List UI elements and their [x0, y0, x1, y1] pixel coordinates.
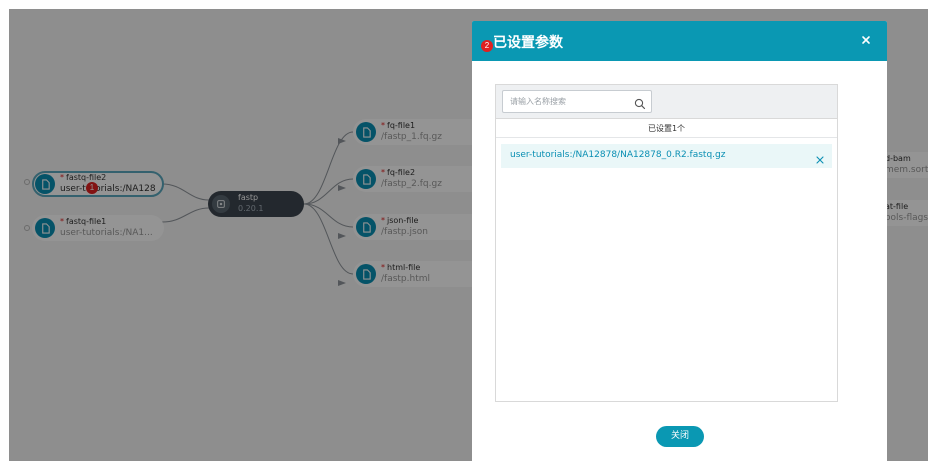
close-icon[interactable] [859, 32, 873, 46]
dialog-header: 2 已设置参数 [472, 21, 887, 61]
search-box [502, 90, 652, 113]
selected-count: 已设置1个 [496, 120, 837, 138]
workspace: * fastq-file2 user-tutorials:/NA128 1 * fa… [0, 0, 930, 470]
panel-toolbar [496, 85, 837, 119]
search-icon[interactable] [634, 95, 646, 110]
remove-icon[interactable] [815, 150, 825, 164]
list-item[interactable]: user-tutorials:/NA12878/NA12878_0.R2.fas… [501, 144, 832, 168]
settings-dialog: 2 已设置参数 已设置1个 user-tutorials:/NA12878/NA… [472, 21, 887, 468]
close-button[interactable]: 关闭 [656, 426, 704, 447]
marker-badge: 2 [481, 40, 493, 52]
dialog-title: 已设置参数 [493, 35, 563, 51]
parameter-panel: 已设置1个 user-tutorials:/NA12878/NA12878_0.… [495, 84, 838, 402]
search-input[interactable] [503, 91, 629, 112]
list-item-path: user-tutorials:/NA12878/NA12878_0.R2.fas… [510, 150, 726, 160]
